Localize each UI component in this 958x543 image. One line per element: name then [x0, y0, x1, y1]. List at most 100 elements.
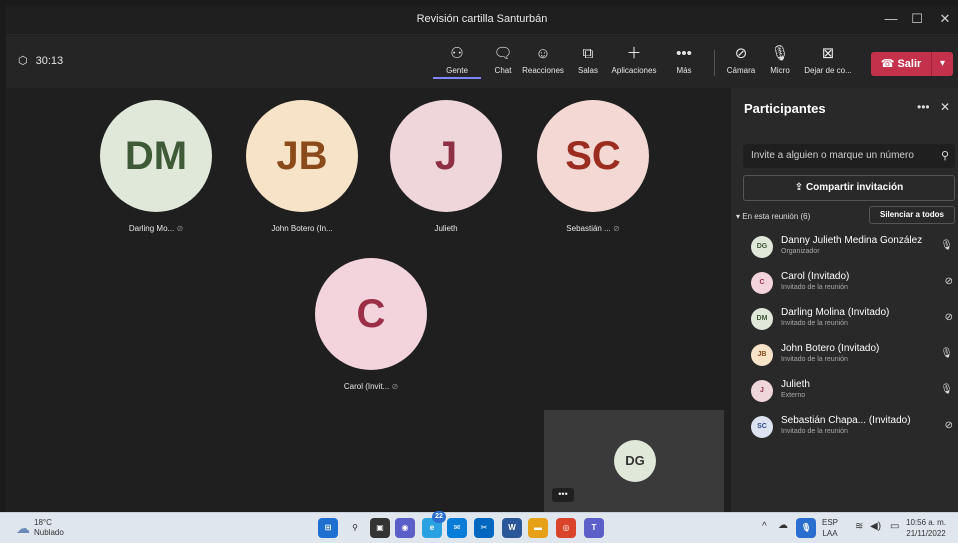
shield-icon: ⬡	[18, 55, 28, 67]
participant-tile[interactable]: JB John Botero (In...	[242, 100, 362, 233]
language-indicator[interactable]: ESP LAA	[822, 517, 838, 539]
cloud-sync-icon[interactable]: ☁	[778, 520, 788, 531]
share-icon: ⇪	[794, 182, 806, 193]
mic-muted-icon: ⊘	[944, 312, 953, 323]
notification-badge: 22	[432, 511, 446, 523]
task-view-icon[interactable]: ▣	[370, 518, 390, 538]
people-icon: ⚇	[450, 45, 464, 62]
self-avatar: DG	[614, 440, 656, 482]
apps-icon: ＋	[626, 45, 642, 62]
battery-icon[interactable]: ▭	[890, 521, 899, 532]
avatar: J	[751, 380, 773, 402]
windows-start-icon[interactable]: ⊞	[318, 518, 338, 538]
share-invite-button[interactable]: ⇪ Compartir invitación	[743, 175, 955, 201]
tile-label: Darling Mo... ⊘	[128, 224, 184, 233]
minimize-button[interactable]: —	[878, 9, 904, 29]
people-button[interactable]: ⚇ Gente	[433, 44, 481, 84]
search-icon[interactable]: ⚲	[345, 518, 365, 538]
avatar: DG	[751, 236, 773, 258]
rooms-button[interactable]: ⧉ Salas	[564, 44, 612, 84]
meeting-timer: ⬡ 30:13	[18, 54, 64, 68]
avatar: JB	[246, 100, 358, 212]
apps-button[interactable]: ＋ Aplicaciones	[610, 44, 658, 84]
timer-text: 30:13	[35, 54, 64, 67]
participant-tile[interactable]: J Julieth	[386, 100, 506, 233]
participant-tile[interactable]: DM Darling Mo... ⊘	[96, 100, 216, 233]
avatar: C	[751, 272, 773, 294]
panel-more-button[interactable]: •••	[917, 100, 930, 114]
avatar: J	[390, 100, 502, 212]
maximize-button[interactable]: ☐	[904, 9, 930, 29]
phone-hangup-icon: ☎	[880, 58, 898, 70]
cloud-icon: ☁	[16, 520, 30, 536]
teams-meeting-window: Revisión cartilla Santurbán — ☐ ✕ ⬡ 30:1…	[6, 5, 958, 512]
participant-row[interactable]: SC Sebastián Chapa... (Invitado) Invitad…	[751, 412, 955, 442]
participant-tile[interactable]: SC Sebastián ... ⊘	[533, 100, 653, 233]
teams-icon[interactable]: T	[584, 518, 604, 538]
title-bar: Revisión cartilla Santurbán — ☐ ✕	[6, 5, 958, 35]
more-button[interactable]: ••• Más	[660, 44, 708, 84]
invite-search-input[interactable]: Invite a alguien o marque un número ⚲	[743, 144, 955, 168]
participant-row[interactable]: DG Danny Julieth Medina González Organiz…	[751, 232, 955, 262]
panel-title: Participantes	[744, 101, 826, 116]
avatar: SC	[751, 416, 773, 438]
participant-row[interactable]: J Julieth Externo 🎙	[751, 376, 955, 406]
participant-row[interactable]: DM Darling Molina (Invitado) Invitado de…	[751, 304, 955, 334]
chevron-down-icon: ▾	[939, 58, 946, 69]
mic-icon: 🎙	[940, 384, 953, 395]
leave-button-group: ☎ Salir ▾	[871, 52, 953, 76]
wifi-icon[interactable]: ≋	[855, 521, 863, 532]
stop-share-icon: ⊠	[821, 45, 835, 62]
window-title: Revisión cartilla Santurbán	[416, 13, 548, 25]
volume-icon[interactable]: ◀)	[870, 521, 881, 532]
reactions-button[interactable]: ☺ Reacciones	[519, 44, 567, 84]
tile-label: Sebastián ... ⊘	[566, 224, 620, 233]
mic-muted-icon: ⊘	[391, 382, 399, 391]
windows-taskbar: ☁ 18°C Nublado ⊞ ⚲ ▣ ◉ e ✉ ✂ W ▬ ◎ T 22 …	[0, 511, 958, 543]
reactions-icon: ☺	[535, 45, 551, 62]
section-header[interactable]: ▾ En esta reunión (6)	[736, 212, 810, 221]
self-view-tile[interactable]: DG •••	[544, 410, 724, 512]
word-icon[interactable]: W	[502, 518, 522, 538]
mic-muted-icon: ⊘	[944, 420, 953, 431]
participant-row[interactable]: JB John Botero (Invitado) Invitado de la…	[751, 340, 955, 370]
close-window-button[interactable]: ✕	[932, 9, 958, 29]
avatar: DM	[100, 100, 212, 212]
tile-label: Julieth	[434, 224, 458, 233]
stop-share-button[interactable]: ⊠ Dejar de co...	[804, 44, 852, 84]
mic-muted-icon: ⊘	[944, 276, 953, 287]
leave-options-button[interactable]: ▾	[931, 52, 953, 76]
mic-icon: 🎙	[770, 45, 790, 62]
panel-close-button[interactable]: ✕	[940, 100, 950, 114]
more-icon: •••	[676, 45, 692, 62]
tile-label: Carol (Invit... ⊘	[343, 382, 399, 391]
mute-all-button[interactable]: Silenciar a todos	[869, 206, 955, 224]
search-icon: ⚲	[940, 150, 949, 162]
folder-icon[interactable]: ▬	[528, 518, 548, 538]
mic-icon: 🎙	[940, 240, 953, 251]
mic-muted-icon: ⊘	[613, 224, 620, 233]
meeting-toolbar: ⬡ 30:13 ⚇ Gente 🗨 Chat ☺ Reacciones ⧉ Sa…	[6, 36, 958, 88]
chevron-up-icon[interactable]: ^	[762, 521, 767, 532]
leave-button[interactable]: ☎ Salir	[871, 52, 931, 76]
weather-widget[interactable]: ☁ 18°C Nublado	[16, 518, 64, 538]
rooms-icon: ⧉	[582, 45, 594, 62]
avatar: SC	[537, 100, 649, 212]
tile-label: John Botero (In...	[271, 224, 333, 233]
mic-active-icon[interactable]: 🎙	[796, 518, 816, 538]
mic-icon: 🎙	[940, 348, 953, 359]
clock[interactable]: 10:56 a. m. 21/11/2022	[906, 517, 946, 539]
mic-button[interactable]: 🎙 Micro	[756, 44, 804, 84]
avatar: DM	[751, 308, 773, 330]
participant-row[interactable]: C Carol (Invitado) Invitado de la reunió…	[751, 268, 955, 298]
mail-icon[interactable]: ✉	[447, 518, 467, 538]
self-view-more-button[interactable]: •••	[552, 488, 574, 502]
teams-chat-icon[interactable]: ◉	[395, 518, 415, 538]
meeting-stage: DM Darling Mo... ⊘ JB John Botero (In...…	[6, 88, 731, 512]
participant-tile[interactable]: C Carol (Invit... ⊘	[311, 258, 431, 391]
snipping-icon[interactable]: ✂	[474, 518, 494, 538]
avatar: C	[315, 258, 427, 370]
chrome-icon[interactable]: ◎	[556, 518, 576, 538]
mic-muted-icon: ⊘	[176, 224, 184, 233]
participants-panel: Participantes ••• ✕ Invite a alguien o m…	[731, 88, 958, 512]
